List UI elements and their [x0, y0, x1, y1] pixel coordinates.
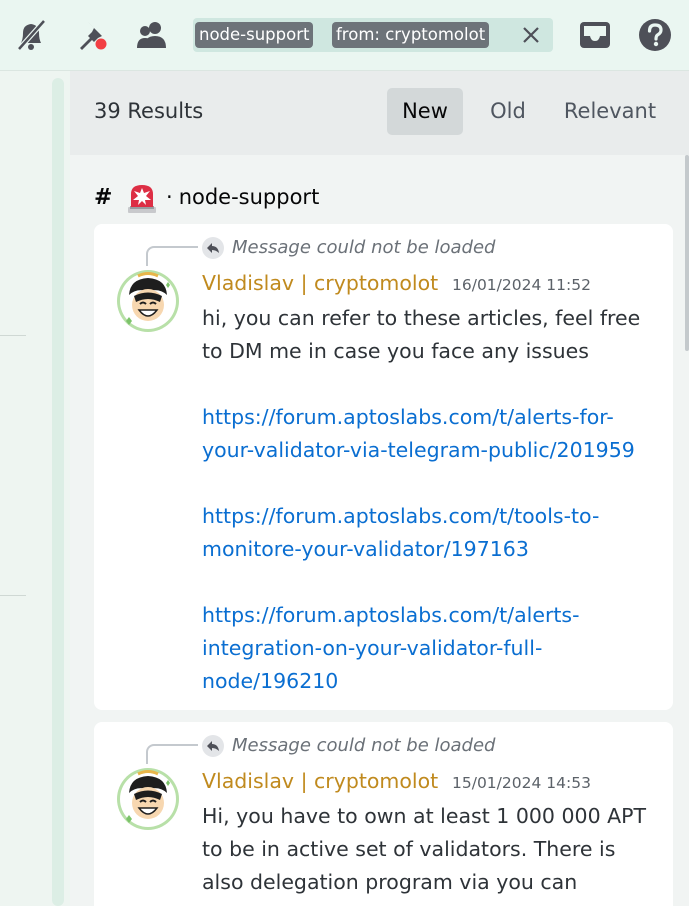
- reply-connector: [146, 744, 198, 764]
- message-card[interactable]: Message could not be loaded Vladislav | …: [94, 224, 673, 710]
- message-text: Hi, you have to own at least 1 000 000 A…: [202, 804, 647, 894]
- reply-unavailable-text: Message could not be loaded: [232, 735, 496, 756]
- message-author[interactable]: Vladislav | cryptomolot: [202, 769, 438, 793]
- inbox-icon[interactable]: [577, 17, 613, 53]
- tab-sort-old[interactable]: Old: [480, 88, 536, 135]
- message-link[interactable]: https://forum.aptoslabs.com/t/alerts-for…: [202, 401, 662, 467]
- message-timestamp: 15/01/2024 14:53: [452, 774, 591, 792]
- tab-sort-new[interactable]: New: [387, 88, 463, 135]
- help-icon[interactable]: [637, 17, 673, 53]
- bell-slash-icon[interactable]: [13, 17, 49, 53]
- results-count: 39 Results: [94, 99, 204, 123]
- channel-hash-icon: #: [94, 185, 113, 210]
- search-chip-channel[interactable]: node-support: [195, 22, 314, 48]
- message-link[interactable]: https://forum.aptoslabs.com/t/tools-to-m…: [202, 500, 662, 566]
- tab-sort-relevant[interactable]: Relevant: [558, 88, 662, 135]
- message-body: hi, you can refer to these articles, fee…: [202, 302, 662, 698]
- search-results-panel: 39 Results New Old Relevant # · node-supp…: [70, 71, 689, 906]
- message-author[interactable]: Vladislav | cryptomolot: [202, 271, 438, 295]
- reply-icon: [202, 237, 224, 259]
- channel-separator: ·: [166, 185, 173, 209]
- pin-icon[interactable]: [74, 17, 110, 53]
- message-card[interactable]: Message could not be loaded Vladislav | …: [94, 722, 673, 906]
- channel-name: node-support: [178, 185, 320, 209]
- siren-icon: [128, 185, 156, 213]
- reply-connector: [146, 246, 198, 266]
- channel-header[interactable]: # · node-support: [94, 179, 319, 215]
- reply-unavailable-text: Message could not be loaded: [232, 237, 496, 258]
- avatar[interactable]: [116, 269, 180, 333]
- divider: [0, 335, 26, 336]
- close-icon[interactable]: [520, 24, 542, 46]
- toolbar: node-support from: cryptomolot: [0, 0, 689, 71]
- scrollbar[interactable]: [685, 155, 689, 351]
- avatar[interactable]: [116, 767, 180, 831]
- reply-icon: [202, 735, 224, 757]
- message-body: Hi, you have to own at least 1 000 000 A…: [202, 800, 662, 899]
- members-icon[interactable]: [134, 17, 170, 53]
- message-link[interactable]: https://forum.aptoslabs.com/t/alerts-int…: [202, 599, 662, 698]
- search-input[interactable]: node-support from: cryptomolot: [193, 18, 553, 52]
- message-text: hi, you can refer to these articles, fee…: [202, 306, 641, 363]
- scrollbar[interactable]: [52, 78, 64, 906]
- results-header: 39 Results New Old Relevant: [70, 71, 689, 155]
- message-timestamp: 16/01/2024 11:52: [452, 276, 591, 294]
- divider: [0, 595, 26, 596]
- search-chip-author[interactable]: from: cryptomolot: [332, 22, 490, 48]
